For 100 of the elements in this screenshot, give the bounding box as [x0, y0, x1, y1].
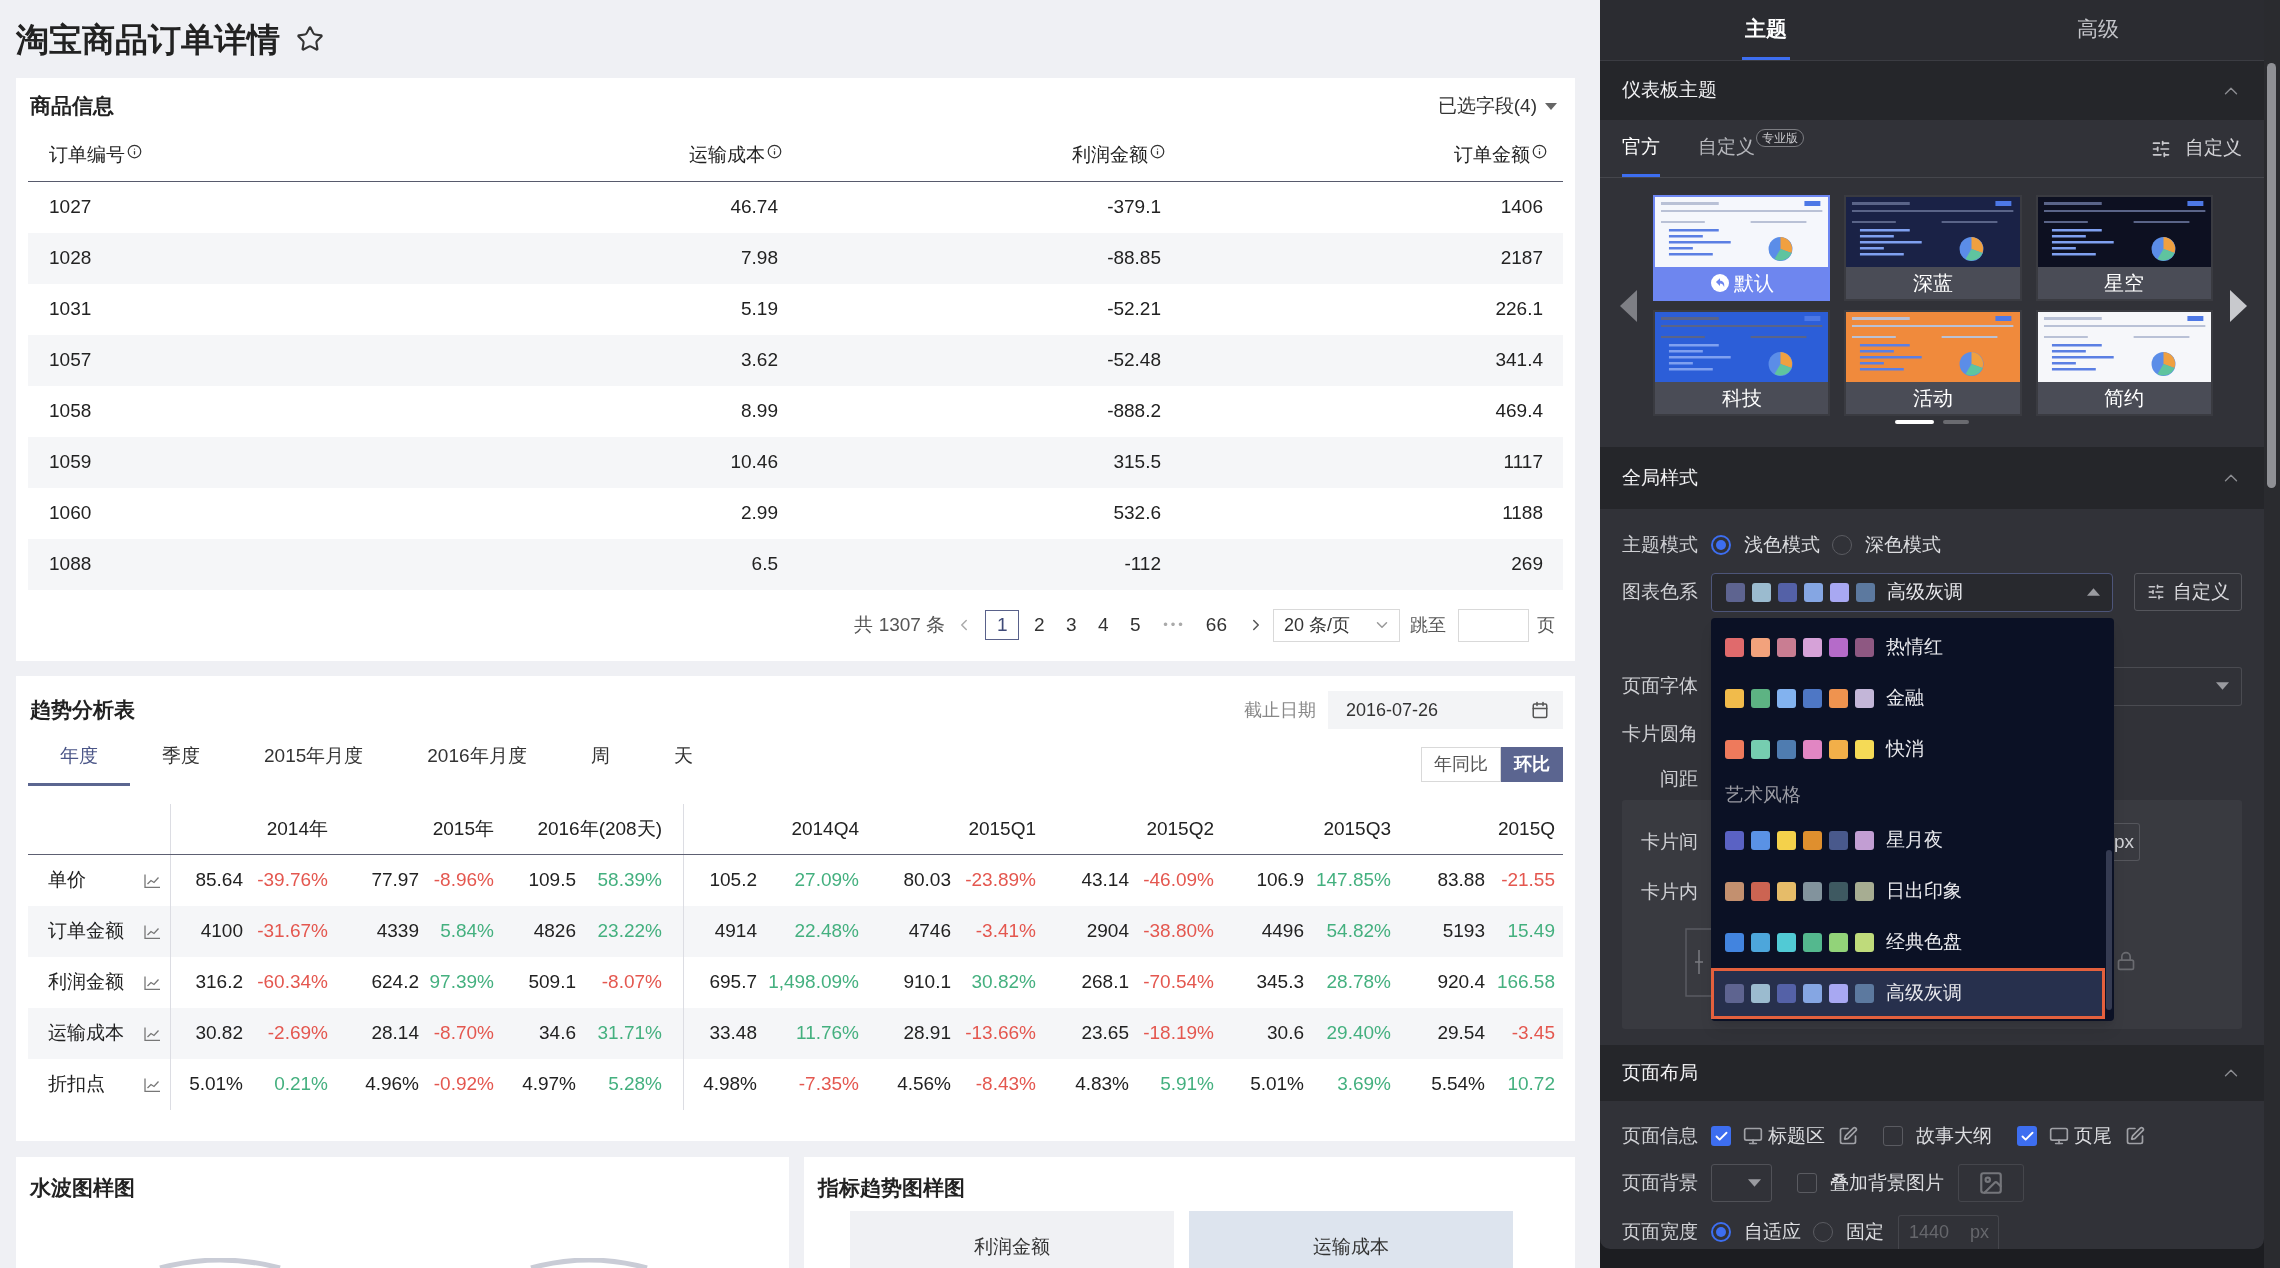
page-jump-input[interactable] [1458, 608, 1529, 642]
right-triangle-icon[interactable] [2230, 289, 2247, 322]
custom-palette-button[interactable]: 自定义 [2134, 573, 2242, 611]
table-cell-text: 2.99 [741, 501, 778, 526]
line-chart-icon[interactable] [144, 924, 160, 939]
section-header[interactable]: 页面布局 [1600, 1045, 2264, 1101]
info-icon[interactable] [127, 144, 142, 159]
period-tab[interactable]: 季度 [130, 730, 232, 786]
period-tab[interactable]: 年度 [28, 730, 130, 786]
checkbox-label: 页尾 [2074, 1123, 2112, 1148]
section-header[interactable]: 仪表板主题 [1600, 61, 2264, 120]
image-upload-button[interactable] [1958, 1164, 2024, 1202]
change-value: 54.82% [1326, 919, 1391, 944]
caret-down-icon [1545, 102, 1557, 110]
scrollbar[interactable] [2267, 63, 2276, 488]
theme-card[interactable]: 活动 [1844, 310, 2022, 416]
edit-icon[interactable] [2125, 1126, 2145, 1146]
radio-button[interactable] [1711, 1222, 1731, 1242]
checkbox[interactable] [1711, 1126, 1731, 1146]
color-select[interactable] [1711, 1164, 1772, 1202]
page-size-select[interactable]: 20 条/页 [1273, 608, 1400, 642]
palette-option[interactable]: 快消 [1711, 724, 2105, 775]
period-tab[interactable]: 天 [641, 730, 725, 786]
theme-source-tab[interactable]: 官方 [1622, 120, 1660, 177]
left-triangle-icon[interactable] [1620, 289, 1637, 322]
section-header[interactable]: 全局样式 [1600, 447, 2264, 509]
palette-option[interactable]: 星月夜 [1711, 815, 2105, 866]
scrollbar[interactable] [2106, 850, 2112, 1010]
line-chart-icon[interactable] [144, 873, 160, 888]
line-chart-icon[interactable] [144, 1026, 160, 1041]
radio-button[interactable] [1711, 535, 1731, 555]
star-icon[interactable] [296, 25, 324, 53]
info-icon[interactable] [1532, 144, 1547, 159]
page-button[interactable]: 4 [1091, 610, 1116, 640]
table-cell-text: 5193 [1442, 919, 1485, 944]
period-tab[interactable]: 周 [558, 730, 642, 786]
checkbox[interactable] [2017, 1126, 2037, 1146]
change-value: 27.09% [794, 868, 859, 893]
theme-source-tab[interactable]: 自定义 [1698, 120, 1755, 177]
pro-badge: 专业版 [1756, 129, 1804, 147]
change-value: -8.96% [433, 868, 494, 893]
change-value: 97.39% [429, 970, 494, 995]
table-cell-text: 1059 [49, 450, 92, 475]
theme-card[interactable]: 科技 [1653, 310, 1831, 416]
field-label: 页面宽度 [1622, 1219, 1698, 1244]
info-icon[interactable] [767, 144, 782, 159]
table-cell-text: 34.6 [539, 1021, 576, 1046]
column-header: 运输成本 [689, 143, 765, 168]
page-button[interactable]: 1 [985, 610, 1020, 640]
metric-tab[interactable]: 利润金额 [850, 1211, 1174, 1268]
table-cell-text: 29.54 [1437, 1021, 1485, 1046]
date-field[interactable]: 2016-07-26 [1328, 691, 1563, 729]
change-value: 0.21% [274, 1072, 328, 1097]
table-cell-text: 1057 [49, 348, 92, 373]
info-icon[interactable] [1150, 144, 1165, 159]
theme-card[interactable]: 深蓝 [1844, 195, 2022, 301]
table-cell-text: 4746 [908, 919, 951, 944]
page-button[interactable]: 3 [1059, 610, 1084, 640]
table-cell-text: -88.85 [1107, 246, 1161, 271]
period-tab[interactable]: 2015年月度 [232, 730, 396, 786]
palette-select[interactable]: 高级灰调 [1711, 572, 2114, 612]
compare-toggle[interactable]: 年同比 [1421, 747, 1501, 782]
palette-option[interactable]: 日出印象 [1711, 866, 2105, 917]
palette-option[interactable]: 金融 [1711, 673, 2105, 724]
page-button[interactable]: 2 [1027, 610, 1052, 640]
padding-diagram-drawing [1685, 928, 1711, 997]
change-value: 5.84% [440, 919, 494, 944]
monitor-icon [1743, 1126, 1763, 1146]
change-value: -18.19% [1143, 1021, 1214, 1046]
table-cell-text: 4.83% [1075, 1072, 1129, 1097]
table-cell-text: 4914 [714, 919, 757, 944]
table-cell-text: 28.91 [903, 1021, 951, 1046]
field-picker-dropdown[interactable]: 已选字段(4) [1437, 91, 1563, 121]
checkbox[interactable] [1883, 1126, 1903, 1146]
lock-icon[interactable] [2116, 950, 2136, 972]
custom-theme-button[interactable]: 自定义 [2151, 120, 2242, 177]
page-title: 淘宝商品订单详情 [16, 22, 280, 56]
change-value: -0.92% [433, 1072, 494, 1097]
line-chart-icon[interactable] [144, 975, 160, 990]
line-chart-icon[interactable] [144, 1077, 160, 1092]
checkbox[interactable] [1797, 1173, 1817, 1193]
carousel-page-indicator[interactable] [1895, 420, 1934, 424]
period-tab[interactable]: 2016年月度 [395, 730, 559, 786]
change-value: 11.76% [795, 1021, 859, 1046]
page-button[interactable]: 66 [1201, 610, 1231, 640]
theme-card[interactable]: 简约 [2035, 310, 2213, 416]
compare-toggle[interactable]: 环比 [1501, 747, 1563, 782]
table-cell-text: 4826 [533, 919, 576, 944]
edit-icon[interactable] [1838, 1126, 1858, 1146]
change-value: 30.82% [971, 970, 1036, 995]
page-button[interactable]: 5 [1123, 610, 1148, 640]
table-cell-text: 4.56% [897, 1072, 951, 1097]
sliders-icon [2146, 583, 2165, 601]
metric-tab[interactable]: 运输成本 [1189, 1211, 1513, 1268]
theme-card[interactable]: 星空 [2035, 195, 2213, 301]
panel-tab[interactable]: 高级 [2074, 0, 2122, 60]
palette-option[interactable]: 经典色盘 [1711, 917, 2105, 968]
palette-option[interactable]: 高级灰调 [1711, 968, 2105, 1019]
change-value: -31.67% [257, 919, 328, 944]
palette-option[interactable]: 热情红 [1711, 622, 2105, 673]
